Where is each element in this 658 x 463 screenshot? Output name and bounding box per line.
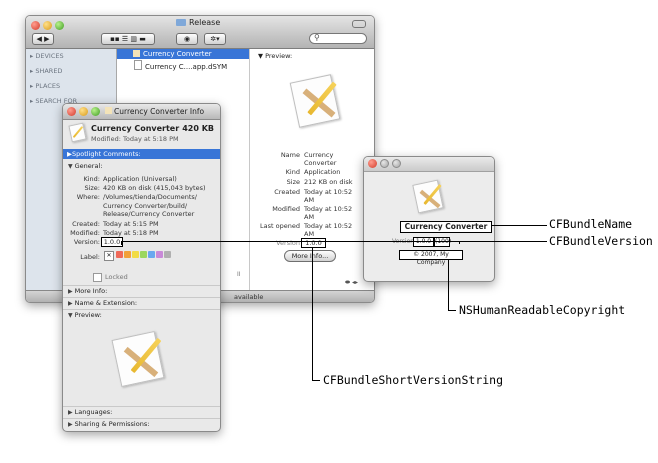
finder-toolbar: Release ◀ ▶ ▪▪ ☰ ▥ ▬ ◉ ✲▾ ⚲ (26, 16, 374, 49)
file-row-selected[interactable]: Currency Converter (117, 49, 249, 59)
sidebar-item-devices[interactable]: ▸ DEVICES (30, 52, 64, 60)
callout-line-copyright (448, 310, 456, 311)
locked-checkbox[interactable] (93, 273, 102, 282)
minimize-button[interactable] (43, 21, 52, 30)
info-modified: Modified: Today at 5:18 PM (91, 135, 179, 143)
about-build-value: (100) (434, 237, 451, 247)
back-forward-buttons[interactable]: ◀ ▶ (32, 33, 54, 45)
callout-copyright: NSHumanReadableCopyright (459, 303, 626, 317)
callout-line-short-version (312, 380, 320, 381)
name-extension-section[interactable]: ▶ Name & Extension: (63, 297, 220, 309)
close-button[interactable] (368, 159, 377, 168)
about-version-value: 1.0.0 (413, 237, 434, 247)
languages-section[interactable]: ▶ Languages: (63, 406, 220, 418)
general-section-header[interactable]: ▼ General: (63, 161, 220, 173)
about-app-icon (412, 179, 446, 214)
file-row[interactable]: Currency C....app.dSYM (117, 60, 249, 71)
app-icon (133, 50, 140, 57)
scroll-arrows[interactable]: ⬬ ◂▸ (345, 279, 358, 287)
info-preview-icon (111, 329, 171, 389)
info-app-name: Currency Converter (91, 124, 180, 133)
view-mode-buttons[interactable]: ▪▪ ☰ ▥ ▬ (101, 33, 155, 45)
info-app-size: 420 KB (182, 124, 214, 133)
label-red-swatch[interactable] (116, 251, 123, 258)
about-app-name: Currency Converter (400, 221, 492, 233)
close-button[interactable] (67, 107, 76, 116)
preview-app-icon (289, 74, 345, 129)
info-titlebar: Currency Converter Info (63, 104, 220, 120)
callout-short-version: CFBundleShortVersionString (323, 373, 504, 387)
info-window-title: Currency Converter Info (105, 107, 204, 116)
info-header: Currency Converter 420 KB Modified: Toda… (63, 120, 220, 148)
info-app-icon (68, 122, 87, 143)
callout-line-bundle-version-drop (459, 241, 460, 244)
search-icon: ⚲ (314, 33, 320, 42)
about-titlebar (364, 157, 494, 172)
callout-line-bundle-name (491, 225, 547, 226)
info-window: Currency Converter Info Currency Convert… (62, 103, 221, 432)
preview-label: ▼ Preview: (258, 52, 293, 60)
callout-line-short-version-vertical (312, 248, 313, 380)
status-text: available (234, 293, 264, 301)
sidebar-item-shared[interactable]: ▸ SHARED (30, 67, 62, 75)
callout-line-copyright-vertical (448, 259, 449, 310)
callout-bundle-version: CFBundleVersion (549, 234, 653, 248)
label-orange-swatch[interactable] (124, 251, 131, 258)
action-button[interactable]: ✲▾ (204, 33, 226, 45)
label-gray-swatch[interactable] (164, 251, 171, 258)
folder-icon (176, 19, 186, 26)
label-color-picker[interactable]: ✕ (104, 251, 172, 261)
callout-bundle-name: CFBundleName (549, 217, 633, 231)
about-window: Currency Converter Version 1.0.0 (100) ©… (363, 156, 495, 282)
callout-line-bundle-version (121, 241, 547, 242)
zoom-button[interactable] (55, 21, 64, 30)
minimize-button[interactable] (380, 159, 389, 168)
more-info-button[interactable]: More Info... (284, 250, 336, 262)
zoom-button[interactable] (91, 107, 100, 116)
spotlight-comments-section[interactable]: ▶Spotlight Comments: (63, 149, 220, 159)
about-copyright: © 2007, My Company (399, 250, 463, 266)
info-version-value: 1.0.0 (101, 237, 123, 247)
search-input[interactable]: ⚲ (309, 33, 367, 44)
close-button[interactable] (31, 21, 40, 30)
zoom-button[interactable] (392, 159, 401, 168)
label-none-swatch[interactable]: ✕ (104, 251, 114, 261)
minimize-button[interactable] (79, 107, 88, 116)
sidebar-item-places[interactable]: ▸ PLACES (30, 82, 60, 90)
label-purple-swatch[interactable] (156, 251, 163, 258)
quick-look-button[interactable]: ◉ (176, 33, 198, 45)
sharing-permissions-section[interactable]: ▶ Sharing & Permissions: (63, 418, 220, 430)
column-resize-handle[interactable]: II (237, 271, 241, 278)
label-blue-swatch[interactable] (148, 251, 155, 258)
toolbar-toggle-button[interactable] (352, 20, 366, 28)
preview-section[interactable]: ▼ Preview: (63, 309, 220, 321)
eye-icon: ◉ (183, 35, 191, 43)
label-yellow-swatch[interactable] (132, 251, 139, 258)
window-title: Release (176, 18, 220, 27)
label-green-swatch[interactable] (140, 251, 147, 258)
locked-label: Locked (105, 273, 128, 281)
app-small-icon (105, 107, 112, 114)
more-info-section[interactable]: ▶ More Info: (63, 285, 220, 297)
finder-version-value: 1.0.0 (301, 238, 326, 248)
gear-icon: ✲▾ (210, 35, 220, 43)
document-icon (134, 60, 142, 70)
